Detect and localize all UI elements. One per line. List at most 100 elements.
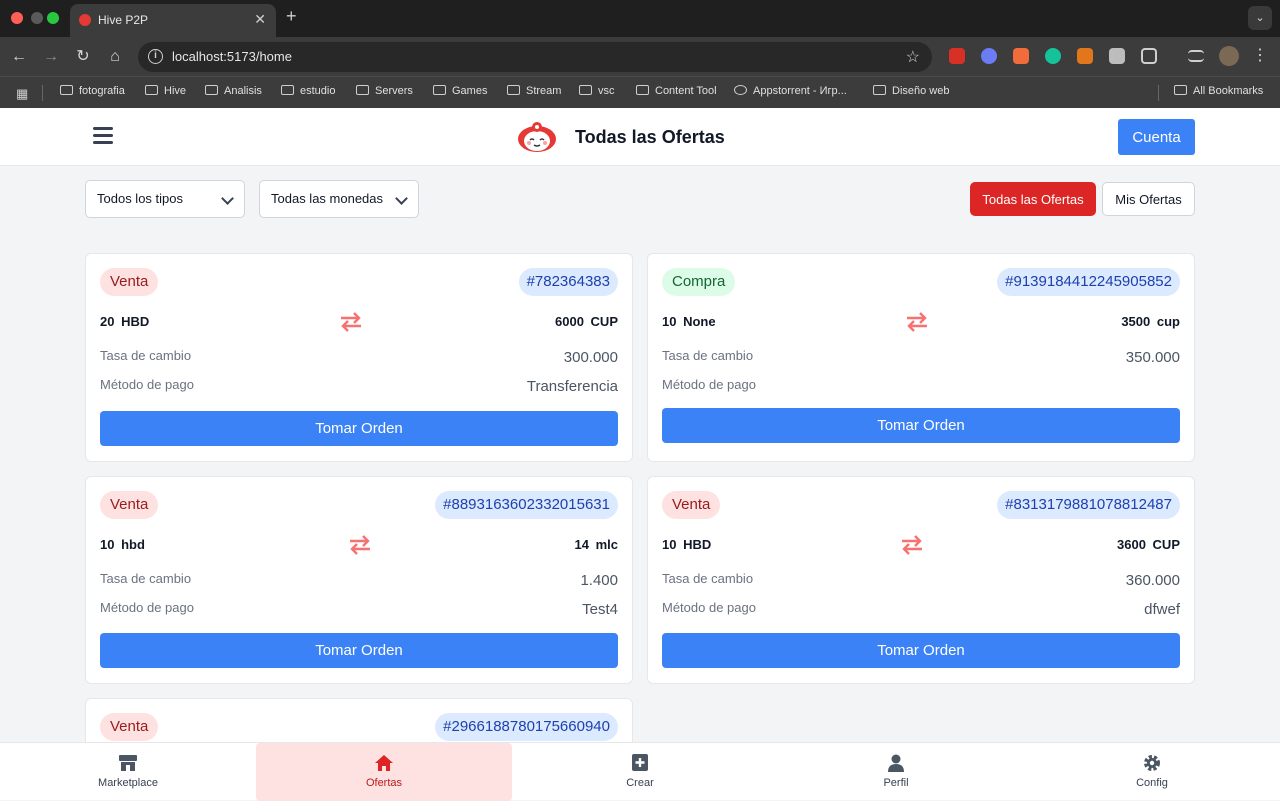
- minimize-window-button[interactable]: [31, 12, 43, 24]
- offer-to-amount: 14 mlc: [574, 537, 619, 552]
- bookmark-folder[interactable]: Diseño web: [873, 85, 949, 97]
- offer-type-badge: Venta: [100, 268, 159, 296]
- bookmark-folder[interactable]: vsc: [579, 85, 615, 97]
- rate-label: Tasa de cambio: [100, 348, 192, 363]
- nav-label: Config: [1136, 777, 1168, 789]
- back-button[interactable]: ←: [8, 46, 30, 68]
- folder-icon: [636, 85, 649, 95]
- rate-label: Tasa de cambio: [662, 348, 754, 363]
- swap-arrows-icon: [341, 312, 361, 332]
- bookmark-folder[interactable]: Games: [433, 85, 487, 97]
- browser-tab-active[interactable]: Hive P2P ✕: [70, 4, 276, 37]
- nav-ofertas[interactable]: Ofertas: [256, 743, 512, 801]
- bookmark-link[interactable]: Appstorrent - Игр...: [734, 85, 847, 97]
- folder-icon: [579, 85, 592, 95]
- payment-value: Test4: [582, 601, 618, 618]
- favicon-icon: [79, 14, 91, 26]
- offer-id-badge: #8893163602332015631: [435, 491, 618, 519]
- bookmark-star-icon[interactable]: ☆: [906, 47, 920, 67]
- payment-label: Método de pago: [100, 377, 194, 392]
- my-offers-button[interactable]: Mis Ofertas: [1102, 182, 1195, 216]
- payment-value: dfwef: [1144, 601, 1180, 618]
- folder-icon: [433, 85, 446, 95]
- reading-list-icon[interactable]: [1188, 50, 1204, 62]
- offer-id-badge: #8313179881078812487: [997, 491, 1180, 519]
- type-filter-select[interactable]: Todos los tipos: [85, 180, 245, 218]
- home-button[interactable]: ⌂: [104, 46, 126, 68]
- hamburger-menu-icon[interactable]: [93, 127, 113, 145]
- nav-config[interactable]: Config: [1024, 743, 1280, 801]
- swap-arrows-icon: [350, 535, 370, 555]
- reload-button[interactable]: ↻: [72, 46, 94, 68]
- folder-icon: [356, 85, 369, 95]
- gear-icon: [1144, 755, 1160, 771]
- bookmark-folder[interactable]: Stream: [507, 85, 561, 97]
- nav-marketplace[interactable]: Marketplace: [0, 743, 256, 801]
- offer-card: Venta #8313179881078812487 10 HBD 3600 C…: [647, 476, 1195, 684]
- bookmark-folder[interactable]: Content Tool: [636, 85, 717, 97]
- tab-search-button[interactable]: ⌄: [1248, 6, 1272, 30]
- bookmark-folder[interactable]: Analisis: [205, 85, 262, 97]
- folder-icon: [281, 85, 294, 95]
- chevron-down-icon: [395, 192, 408, 205]
- profile-avatar[interactable]: [1219, 46, 1239, 66]
- extension-icon[interactable]: [949, 48, 965, 64]
- offer-type-badge: Venta: [100, 713, 159, 741]
- metamask-icon[interactable]: [1077, 48, 1093, 64]
- app-header: Todas las Ofertas Cuenta: [0, 108, 1280, 166]
- currency-filter-select[interactable]: Todas las monedas: [259, 180, 419, 218]
- offer-from-amount: 10 hbd: [100, 537, 145, 552]
- folder-icon: [1174, 85, 1187, 95]
- swap-arrows-icon: [907, 312, 927, 332]
- extensions-puzzle-icon[interactable]: [1141, 48, 1157, 64]
- payment-label: Método de pago: [662, 600, 756, 615]
- hive-logo-icon: [518, 122, 556, 152]
- maximize-window-button[interactable]: [47, 12, 59, 24]
- offer-id-badge: #782364383: [518, 268, 618, 296]
- nav-label: Perfil: [883, 777, 909, 789]
- site-info-icon[interactable]: i: [148, 49, 163, 64]
- bookmark-folder[interactable]: Servers: [356, 85, 413, 97]
- address-bar[interactable]: i localhost:5173/home ☆: [138, 42, 932, 72]
- chevron-down-icon: [221, 192, 234, 205]
- nav-label: Crear: [626, 777, 654, 789]
- offer-from-amount: 10 None: [662, 314, 716, 329]
- nav-perfil[interactable]: Perfil: [768, 743, 1024, 801]
- tab-close-icon[interactable]: ✕: [254, 11, 266, 28]
- site-icon: [734, 85, 747, 95]
- rate-value: 1.400: [580, 572, 618, 589]
- apps-grid-icon[interactable]: ▦: [16, 86, 28, 102]
- take-order-button[interactable]: Tomar Orden: [100, 633, 618, 668]
- offer-from-amount: 20 HBD: [100, 314, 150, 329]
- extension-icon[interactable]: [981, 48, 997, 64]
- forward-button[interactable]: →: [40, 46, 62, 68]
- browser-menu-icon[interactable]: ⋮: [1252, 45, 1268, 65]
- new-tab-button[interactable]: +: [286, 6, 297, 27]
- offer-type-badge: Venta: [100, 491, 159, 519]
- bookmark-folder[interactable]: estudio: [281, 85, 335, 97]
- plus-square-icon: [632, 754, 648, 771]
- offer-id-badge: #2966188780175660940: [435, 713, 618, 741]
- payment-label: Método de pago: [662, 377, 756, 392]
- take-order-button[interactable]: Tomar Orden: [100, 411, 618, 446]
- extension-icon[interactable]: [1013, 48, 1029, 64]
- take-order-button[interactable]: Tomar Orden: [662, 408, 1180, 443]
- nav-crear[interactable]: Crear: [512, 743, 768, 801]
- close-window-button[interactable]: [11, 12, 23, 24]
- payment-label: Método de pago: [100, 600, 194, 615]
- grammarly-icon[interactable]: [1045, 48, 1061, 64]
- bookmark-folder[interactable]: fotografia: [60, 85, 125, 97]
- currency-filter-value: Todas las monedas: [271, 191, 384, 206]
- offer-from-amount: 10 HBD: [662, 537, 712, 552]
- extension-icon[interactable]: [1109, 48, 1125, 64]
- take-order-button[interactable]: Tomar Orden: [662, 633, 1180, 668]
- bookmark-folder[interactable]: Hive: [145, 85, 186, 97]
- page-title: Todas las Ofertas: [575, 127, 725, 147]
- offer-card: Venta #8893163602332015631 10 hbd 14 mlc…: [85, 476, 633, 684]
- payment-value: Transferencia: [526, 378, 618, 395]
- address-url[interactable]: localhost:5173/home: [172, 49, 292, 64]
- all-offers-button[interactable]: Todas las Ofertas: [970, 182, 1096, 216]
- offer-card: Compra #9139184412245905852 10 None 3500…: [647, 253, 1195, 462]
- all-bookmarks-folder[interactable]: All Bookmarks: [1174, 85, 1263, 97]
- account-button[interactable]: Cuenta: [1118, 119, 1195, 155]
